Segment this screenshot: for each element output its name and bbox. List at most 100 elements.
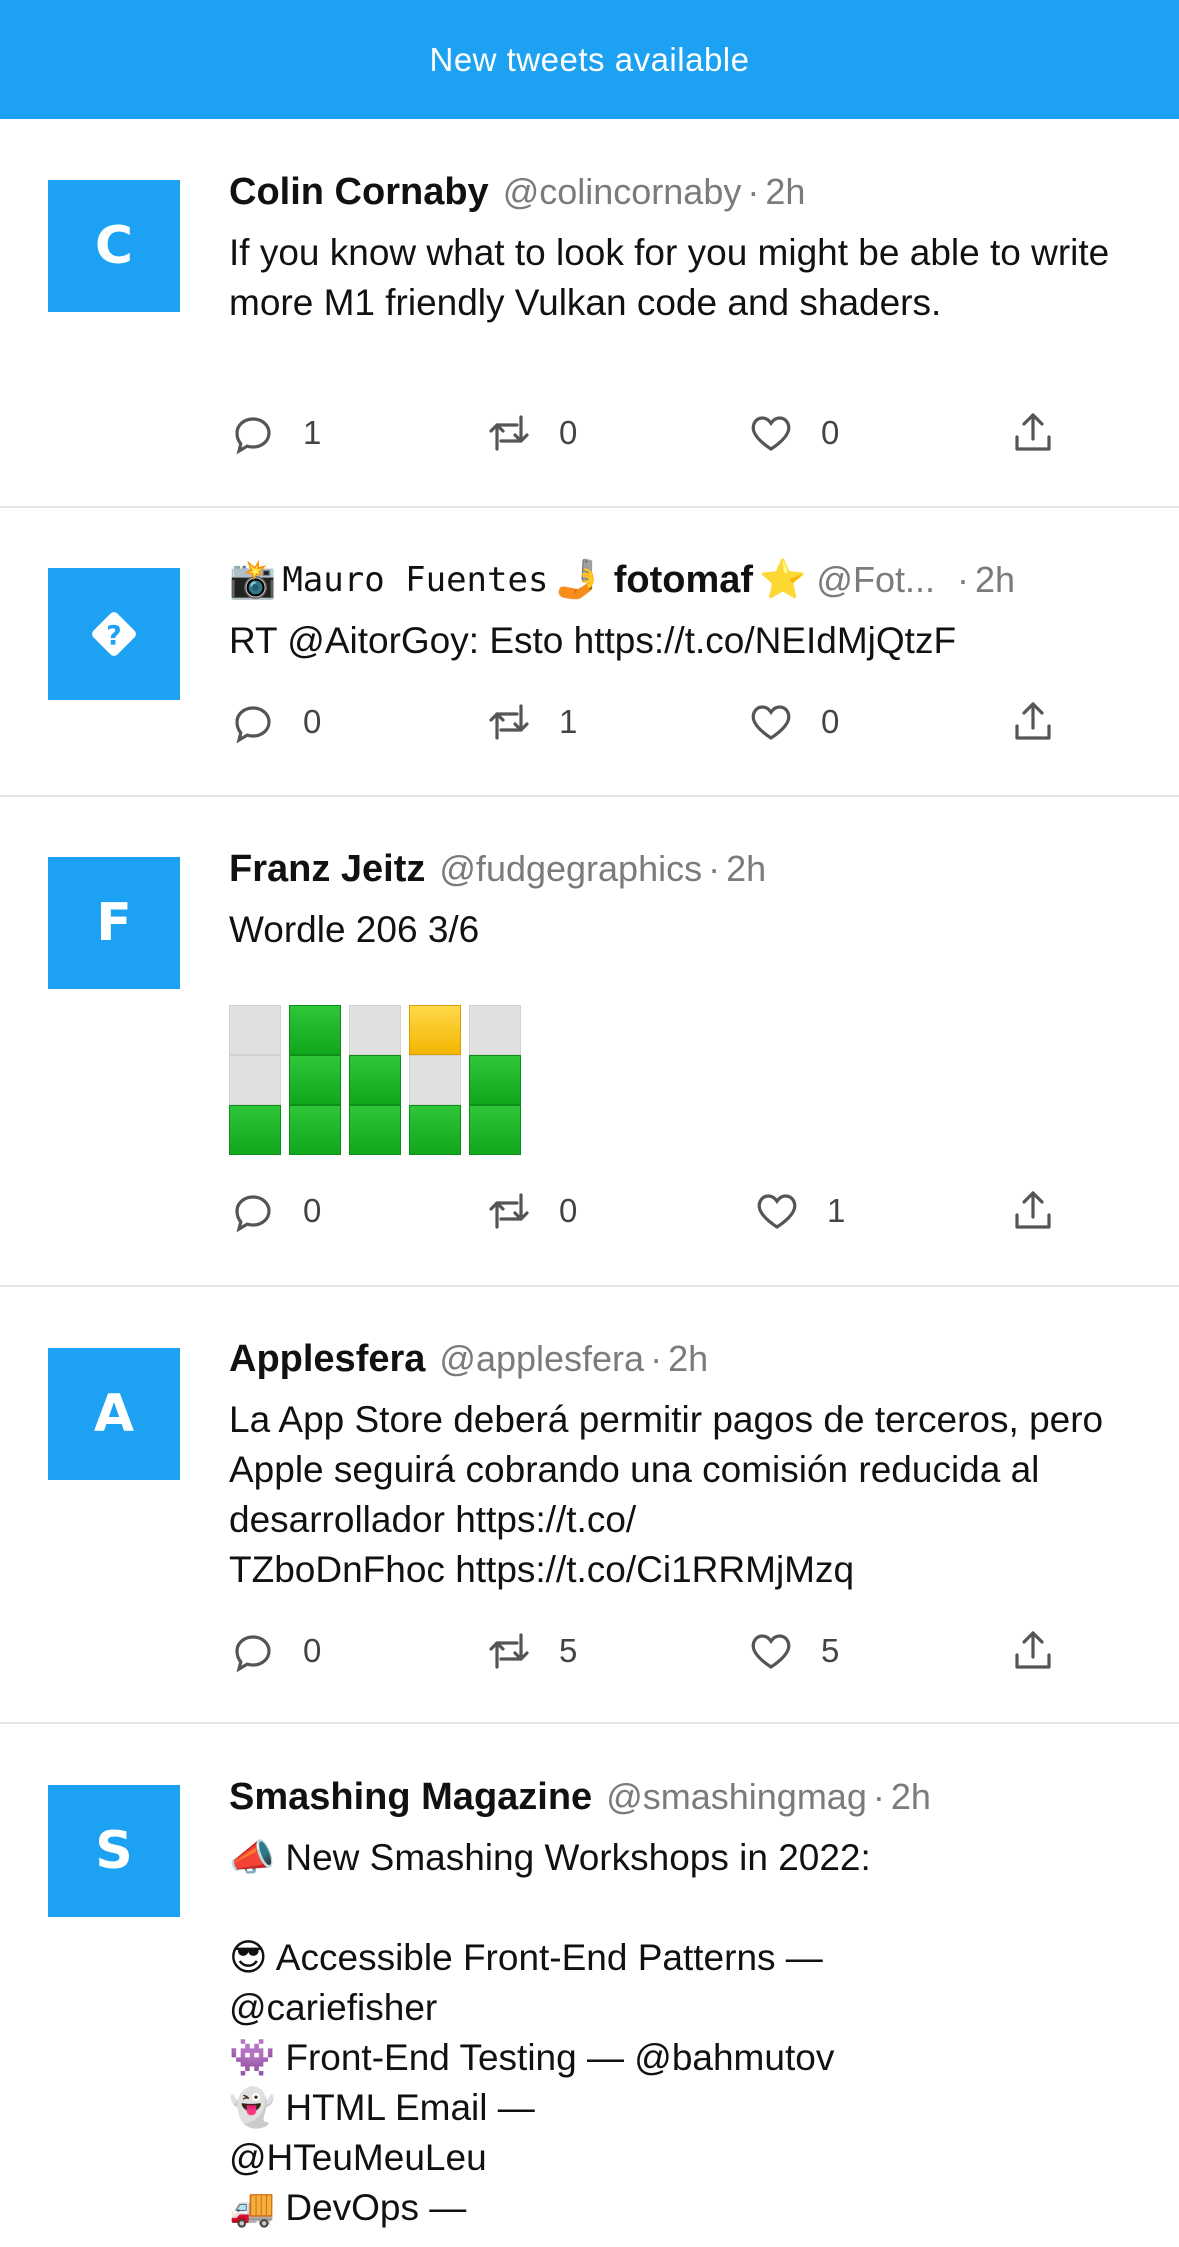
- like-button[interactable]: 1: [753, 1181, 845, 1241]
- wordle-cell: [289, 1105, 341, 1155]
- avatar[interactable]: ?: [48, 568, 180, 700]
- like-count: 0: [821, 703, 840, 740]
- tweet-content: Colin Cornaby @colincornaby · 2h If you …: [229, 168, 1139, 328]
- tweet-content: Franz Jeitz @fudgegraphics · 2h Wordle 2…: [229, 845, 1139, 1155]
- author-name[interactable]: Applesfera: [229, 1338, 425, 1381]
- new-tweets-label: New tweets available: [429, 40, 750, 78]
- timeline-screen: New tweets available C Colin Cornaby @co…: [0, 0, 1179, 2247]
- tweet-time: 2h: [890, 1776, 931, 1817]
- author-handle[interactable]: @applesfera: [439, 1338, 644, 1380]
- author-name[interactable]: Smashing Magazine: [229, 1776, 592, 1819]
- tweet-header: Franz Jeitz @fudgegraphics · 2h: [229, 845, 1139, 893]
- heart-icon: [751, 1634, 791, 1669]
- wordle-cell: [349, 1055, 401, 1105]
- reply-button[interactable]: 0: [229, 1181, 321, 1241]
- like-count: 5: [821, 1632, 840, 1669]
- tweet-header: Applesfera @applesfera · 2h: [229, 1335, 1139, 1383]
- tweet-header: Colin Cornaby @colincornaby · 2h: [229, 168, 1139, 216]
- like-count: 1: [827, 1192, 846, 1229]
- retweet-button[interactable]: 1: [485, 692, 577, 752]
- tweet-text: La App Store deberá permitir pagos de te…: [229, 1399, 1104, 1590]
- wordle-cell: [229, 1105, 281, 1155]
- tweet-item[interactable]: A Applesfera @applesfera · 2h La App Sto…: [0, 1287, 1179, 1724]
- retweet-count: 0: [559, 414, 578, 451]
- heart-icon: [751, 705, 791, 740]
- heart-icon: [751, 416, 791, 451]
- like-count: 0: [821, 414, 840, 451]
- tweet-item[interactable]: ? 📸 Mauro Fuentes 🤳 fotomaf ⭐ @Fot... · …: [0, 508, 1179, 797]
- reply-count: 0: [303, 1192, 322, 1229]
- avatar-letter: F: [96, 893, 132, 953]
- camera-emoji: 📸: [229, 559, 277, 601]
- tweet-time: 2h: [726, 848, 767, 889]
- reply-button[interactable]: 1: [229, 403, 321, 463]
- avatar[interactable]: A: [48, 1348, 180, 1480]
- reply-icon: [235, 1195, 271, 1233]
- retweet-icon: [489, 415, 529, 451]
- separator-dot: ·: [650, 1338, 663, 1379]
- avatar[interactable]: C: [48, 180, 180, 312]
- tweet-text: RT @AitorGoy: Esto https://t.co/NEIdMjQt…: [229, 620, 957, 661]
- question-icon: ?: [92, 612, 136, 656]
- avatar-letter: S: [95, 1821, 133, 1881]
- tweet-item[interactable]: F Franz Jeitz @fudgegraphics · 2h Wordle…: [0, 797, 1179, 1287]
- share-button[interactable]: [1009, 1181, 1057, 1241]
- tweet-item[interactable]: S Smashing Magazine @smashingmag · 2h 📣 …: [0, 1724, 1179, 2247]
- tweet-time: 2h: [765, 171, 806, 212]
- reply-count: 1: [303, 414, 322, 451]
- author-handle[interactable]: @Fot...: [816, 559, 935, 601]
- wordle-cell: [229, 1005, 281, 1055]
- tweet-content: 📸 Mauro Fuentes 🤳 fotomaf ⭐ @Fot... · 2h…: [229, 556, 1139, 666]
- wordle-cell: [349, 1005, 401, 1055]
- tweet-content: Applesfera @applesfera · 2h La App Store…: [229, 1335, 1139, 1595]
- star-emoji: ⭐: [759, 559, 807, 601]
- tweet-text: Wordle 206 3/6: [229, 909, 480, 950]
- author-name[interactable]: fotomaf: [614, 559, 753, 602]
- avatar[interactable]: F: [48, 857, 180, 989]
- wordle-cell: [469, 1005, 521, 1055]
- selfie-emoji: 🤳: [554, 559, 602, 601]
- wordle-grid: [229, 1005, 529, 1155]
- tweet-actions: 1 0 0: [229, 403, 1069, 463]
- reply-button[interactable]: 0: [229, 1621, 321, 1681]
- wordle-cell: [229, 1055, 281, 1105]
- avatar[interactable]: S: [48, 1785, 180, 1917]
- reply-icon: [235, 417, 271, 455]
- retweet-icon: [489, 704, 529, 740]
- author-name[interactable]: Colin Cornaby: [229, 171, 489, 214]
- share-button[interactable]: [1009, 403, 1057, 463]
- author-handle[interactable]: @smashingmag: [606, 1776, 867, 1818]
- wordle-cell: [349, 1105, 401, 1155]
- tweet-actions: 0 5 5: [229, 1621, 1069, 1681]
- reply-count: 0: [303, 1632, 322, 1669]
- retweet-count: 1: [559, 703, 578, 740]
- display-name-text[interactable]: Mauro Fuentes: [282, 560, 548, 600]
- like-button[interactable]: 0: [747, 692, 839, 752]
- author-name[interactable]: Franz Jeitz: [229, 848, 425, 891]
- author-handle[interactable]: @fudgegraphics: [439, 848, 702, 890]
- tweet-text: If you know what to look for you might b…: [229, 232, 1120, 323]
- tweet-actions: 0 1 0: [229, 692, 1069, 752]
- retweet-count: 0: [559, 1192, 578, 1229]
- share-button[interactable]: [1009, 1621, 1057, 1681]
- retweet-button[interactable]: 0: [485, 403, 577, 463]
- retweet-icon: [489, 1633, 529, 1669]
- like-button[interactable]: 0: [747, 403, 839, 463]
- share-button[interactable]: [1009, 692, 1057, 752]
- retweet-button[interactable]: 5: [485, 1621, 577, 1681]
- tweet-time: 2h: [668, 1338, 709, 1379]
- tweet-header: Smashing Magazine @smashingmag · 2h: [229, 1773, 1139, 1821]
- share-icon: [1015, 1631, 1051, 1669]
- heart-icon: [757, 1194, 797, 1229]
- tweet-item[interactable]: C Colin Cornaby @colincornaby · 2h If yo…: [0, 119, 1179, 508]
- new-tweets-banner[interactable]: New tweets available: [0, 0, 1179, 119]
- reply-icon: [235, 1635, 271, 1673]
- wordle-cell: [409, 1055, 461, 1105]
- reply-button[interactable]: 0: [229, 692, 321, 752]
- separator-dot: ·: [872, 1776, 885, 1817]
- like-button[interactable]: 5: [747, 1621, 839, 1681]
- wordle-cell: [409, 1105, 461, 1155]
- wordle-cell: [469, 1105, 521, 1155]
- retweet-button[interactable]: 0: [485, 1181, 577, 1241]
- author-handle[interactable]: @colincornaby: [503, 171, 742, 213]
